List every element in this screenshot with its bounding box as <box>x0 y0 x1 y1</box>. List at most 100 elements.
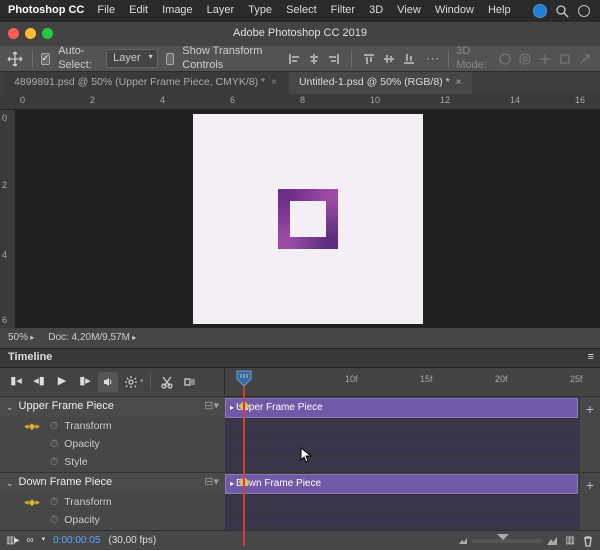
chevron-down-icon[interactable]: ⌄ <box>6 402 14 413</box>
layer-header[interactable]: ⌄ Down Frame Piece ⊟▾ <box>0 473 225 493</box>
prop-style[interactable]: ⏱Style <box>0 453 225 471</box>
prop-opacity[interactable]: ⏱Opacity <box>0 511 225 529</box>
stopwatch-icon[interactable]: ⏱ <box>50 456 58 469</box>
layer-options-icon[interactable]: ⊟▾ <box>204 400 219 413</box>
layer-track[interactable]: ▸Upper Frame Piece <box>225 397 580 472</box>
close-tab-icon[interactable]: × <box>456 77 462 89</box>
render-button[interactable]: ▥▸ <box>6 535 18 547</box>
align-top-icon[interactable] <box>360 50 378 68</box>
play-button[interactable]: ▶ <box>52 372 72 392</box>
clip-down[interactable]: ▸Down Frame Piece <box>225 474 578 494</box>
cloud-status-icon[interactable] <box>532 3 548 19</box>
menu-view[interactable]: View <box>390 4 428 17</box>
align-middle-icon[interactable] <box>380 50 398 68</box>
mountain-large-icon <box>546 536 558 546</box>
zoom-window-button[interactable] <box>42 28 53 39</box>
canvas[interactable] <box>16 110 600 328</box>
status-bar: 50% Doc: 4,20M/9,57M <box>0 328 600 348</box>
distribute-buttons <box>360 50 418 68</box>
align-buttons <box>285 50 343 68</box>
timeline-footer: ▥▸ ∞ ▾ 0:00:00:05 (30,00 fps) ▥ <box>0 530 600 550</box>
chevron-down-icon[interactable]: ⌄ <box>6 478 14 489</box>
stopwatch-icon[interactable]: ⏱ <box>50 420 58 433</box>
align-right-icon[interactable] <box>325 50 343 68</box>
align-bottom-icon[interactable] <box>400 50 418 68</box>
document-tabs: 4899891.psd @ 50% (Upper Frame Piece, CM… <box>0 72 600 94</box>
menu-file[interactable]: File <box>90 4 122 17</box>
audio-button[interactable] <box>98 372 118 392</box>
window-controls[interactable] <box>8 28 53 39</box>
app-name: Photoshop CC <box>8 4 84 17</box>
panel-menu-icon[interactable]: ≡ <box>588 351 592 364</box>
auto-select-checkbox[interactable] <box>41 53 51 65</box>
stopwatch-icon[interactable]: ⏱ <box>50 496 58 509</box>
prop-transform[interactable]: ◂◆▸⏱Transform <box>0 417 225 435</box>
search-icon[interactable] <box>554 3 570 19</box>
chevron-right-icon[interactable]: ▸ <box>230 403 234 413</box>
current-time[interactable]: 0:00:00:05 <box>53 535 100 547</box>
layer-options-icon[interactable]: ⊟▾ <box>204 476 219 489</box>
prop-transform[interactable]: ◂◆▸⏱Transform <box>0 493 225 511</box>
vertical-ruler[interactable]: 0 2 4 6 <box>0 110 16 328</box>
align-center-h-icon[interactable] <box>305 50 323 68</box>
split-button[interactable] <box>157 372 177 392</box>
menu-extra-icon[interactable] <box>576 3 592 19</box>
menu-help[interactable]: Help <box>481 4 518 17</box>
settings-button[interactable] <box>121 372 141 392</box>
close-tab-icon[interactable]: × <box>271 77 277 89</box>
add-track-button[interactable]: + <box>580 397 600 472</box>
playhead[interactable] <box>236 370 252 388</box>
menu-layer[interactable]: Layer <box>200 4 242 17</box>
convert-frames-button[interactable]: ▥ <box>566 535 574 547</box>
chevron-right-icon[interactable]: ▸ <box>230 479 234 489</box>
layer-track[interactable]: ▸Down Frame Piece <box>225 473 580 530</box>
horizontal-ruler[interactable]: 0 2 4 6 8 10 12 14 16 <box>0 94 600 110</box>
close-window-button[interactable] <box>8 28 19 39</box>
loop-icon[interactable]: ∞ <box>26 535 33 547</box>
auto-select-dropdown[interactable]: Layer <box>106 49 158 68</box>
doc-tab-2[interactable]: Untitled-1.psd @ 50% (RGB/8) * × <box>289 72 472 94</box>
fps[interactable]: (30,00 fps) <box>108 535 156 547</box>
prop-opacity[interactable]: ⏱Opacity <box>0 435 225 453</box>
first-frame-button[interactable]: ▮◂ <box>6 372 26 392</box>
slide-icon <box>556 50 574 68</box>
add-track-button[interactable]: + <box>580 473 600 530</box>
doc-size[interactable]: Doc: 4,20M/9,57M <box>48 332 136 344</box>
mountain-small-icon <box>458 536 468 546</box>
menu-select[interactable]: Select <box>279 4 324 17</box>
show-transform-checkbox[interactable] <box>166 53 175 65</box>
menu-type[interactable]: Type <box>241 4 279 17</box>
more-align-icon[interactable]: ⋯ <box>426 50 440 68</box>
timeline-controls: ▮◂ ◂▮ ▶ ▮▸ ▾ 10f 15f <box>0 368 600 396</box>
align-left-icon[interactable] <box>285 50 303 68</box>
minimize-window-button[interactable] <box>25 28 36 39</box>
clip-upper[interactable]: ▸Upper Frame Piece <box>225 398 578 418</box>
doc-tab-1-label: 4899891.psd @ 50% (Upper Frame Piece, CM… <box>14 76 265 89</box>
menu-3d[interactable]: 3D <box>362 4 390 17</box>
move-tool-icon[interactable] <box>6 50 24 68</box>
zoom-level[interactable]: 50% <box>8 332 34 344</box>
roll-icon <box>516 50 534 68</box>
layer-row-upper: ⌄ Upper Frame Piece ⊟▾ ◂◆▸⏱Transform ⏱Op… <box>0 396 600 472</box>
menu-edit[interactable]: Edit <box>122 4 155 17</box>
orbit-icon <box>496 50 514 68</box>
timeline-panel-header[interactable]: Timeline ≡ <box>0 348 600 368</box>
transition-button[interactable] <box>180 372 200 392</box>
trash-icon[interactable] <box>582 535 594 547</box>
stopwatch-icon[interactable]: ⏱ <box>50 514 58 527</box>
window-titlebar: Adobe Photoshop CC 2019 <box>0 22 600 46</box>
doc-tab-1[interactable]: 4899891.psd @ 50% (Upper Frame Piece, CM… <box>4 72 287 94</box>
next-frame-button[interactable]: ▮▸ <box>75 372 95 392</box>
layer-header[interactable]: ⌄ Upper Frame Piece ⊟▾ <box>0 397 225 417</box>
timeline-ruler[interactable]: 10f 15f 20f 25f <box>225 368 600 396</box>
stopwatch-icon[interactable]: ⏱ <box>50 438 58 451</box>
cursor-icon <box>300 447 314 465</box>
show-transform-label: Show Transform Controls <box>182 45 265 71</box>
timeline-title: Timeline <box>8 351 52 364</box>
timeline-zoom-slider[interactable] <box>458 536 558 546</box>
menu-image[interactable]: Image <box>155 4 200 17</box>
pan-icon <box>536 50 554 68</box>
menu-filter[interactable]: Filter <box>324 4 362 17</box>
prev-frame-button[interactable]: ◂▮ <box>29 372 49 392</box>
menu-window[interactable]: Window <box>428 4 481 17</box>
